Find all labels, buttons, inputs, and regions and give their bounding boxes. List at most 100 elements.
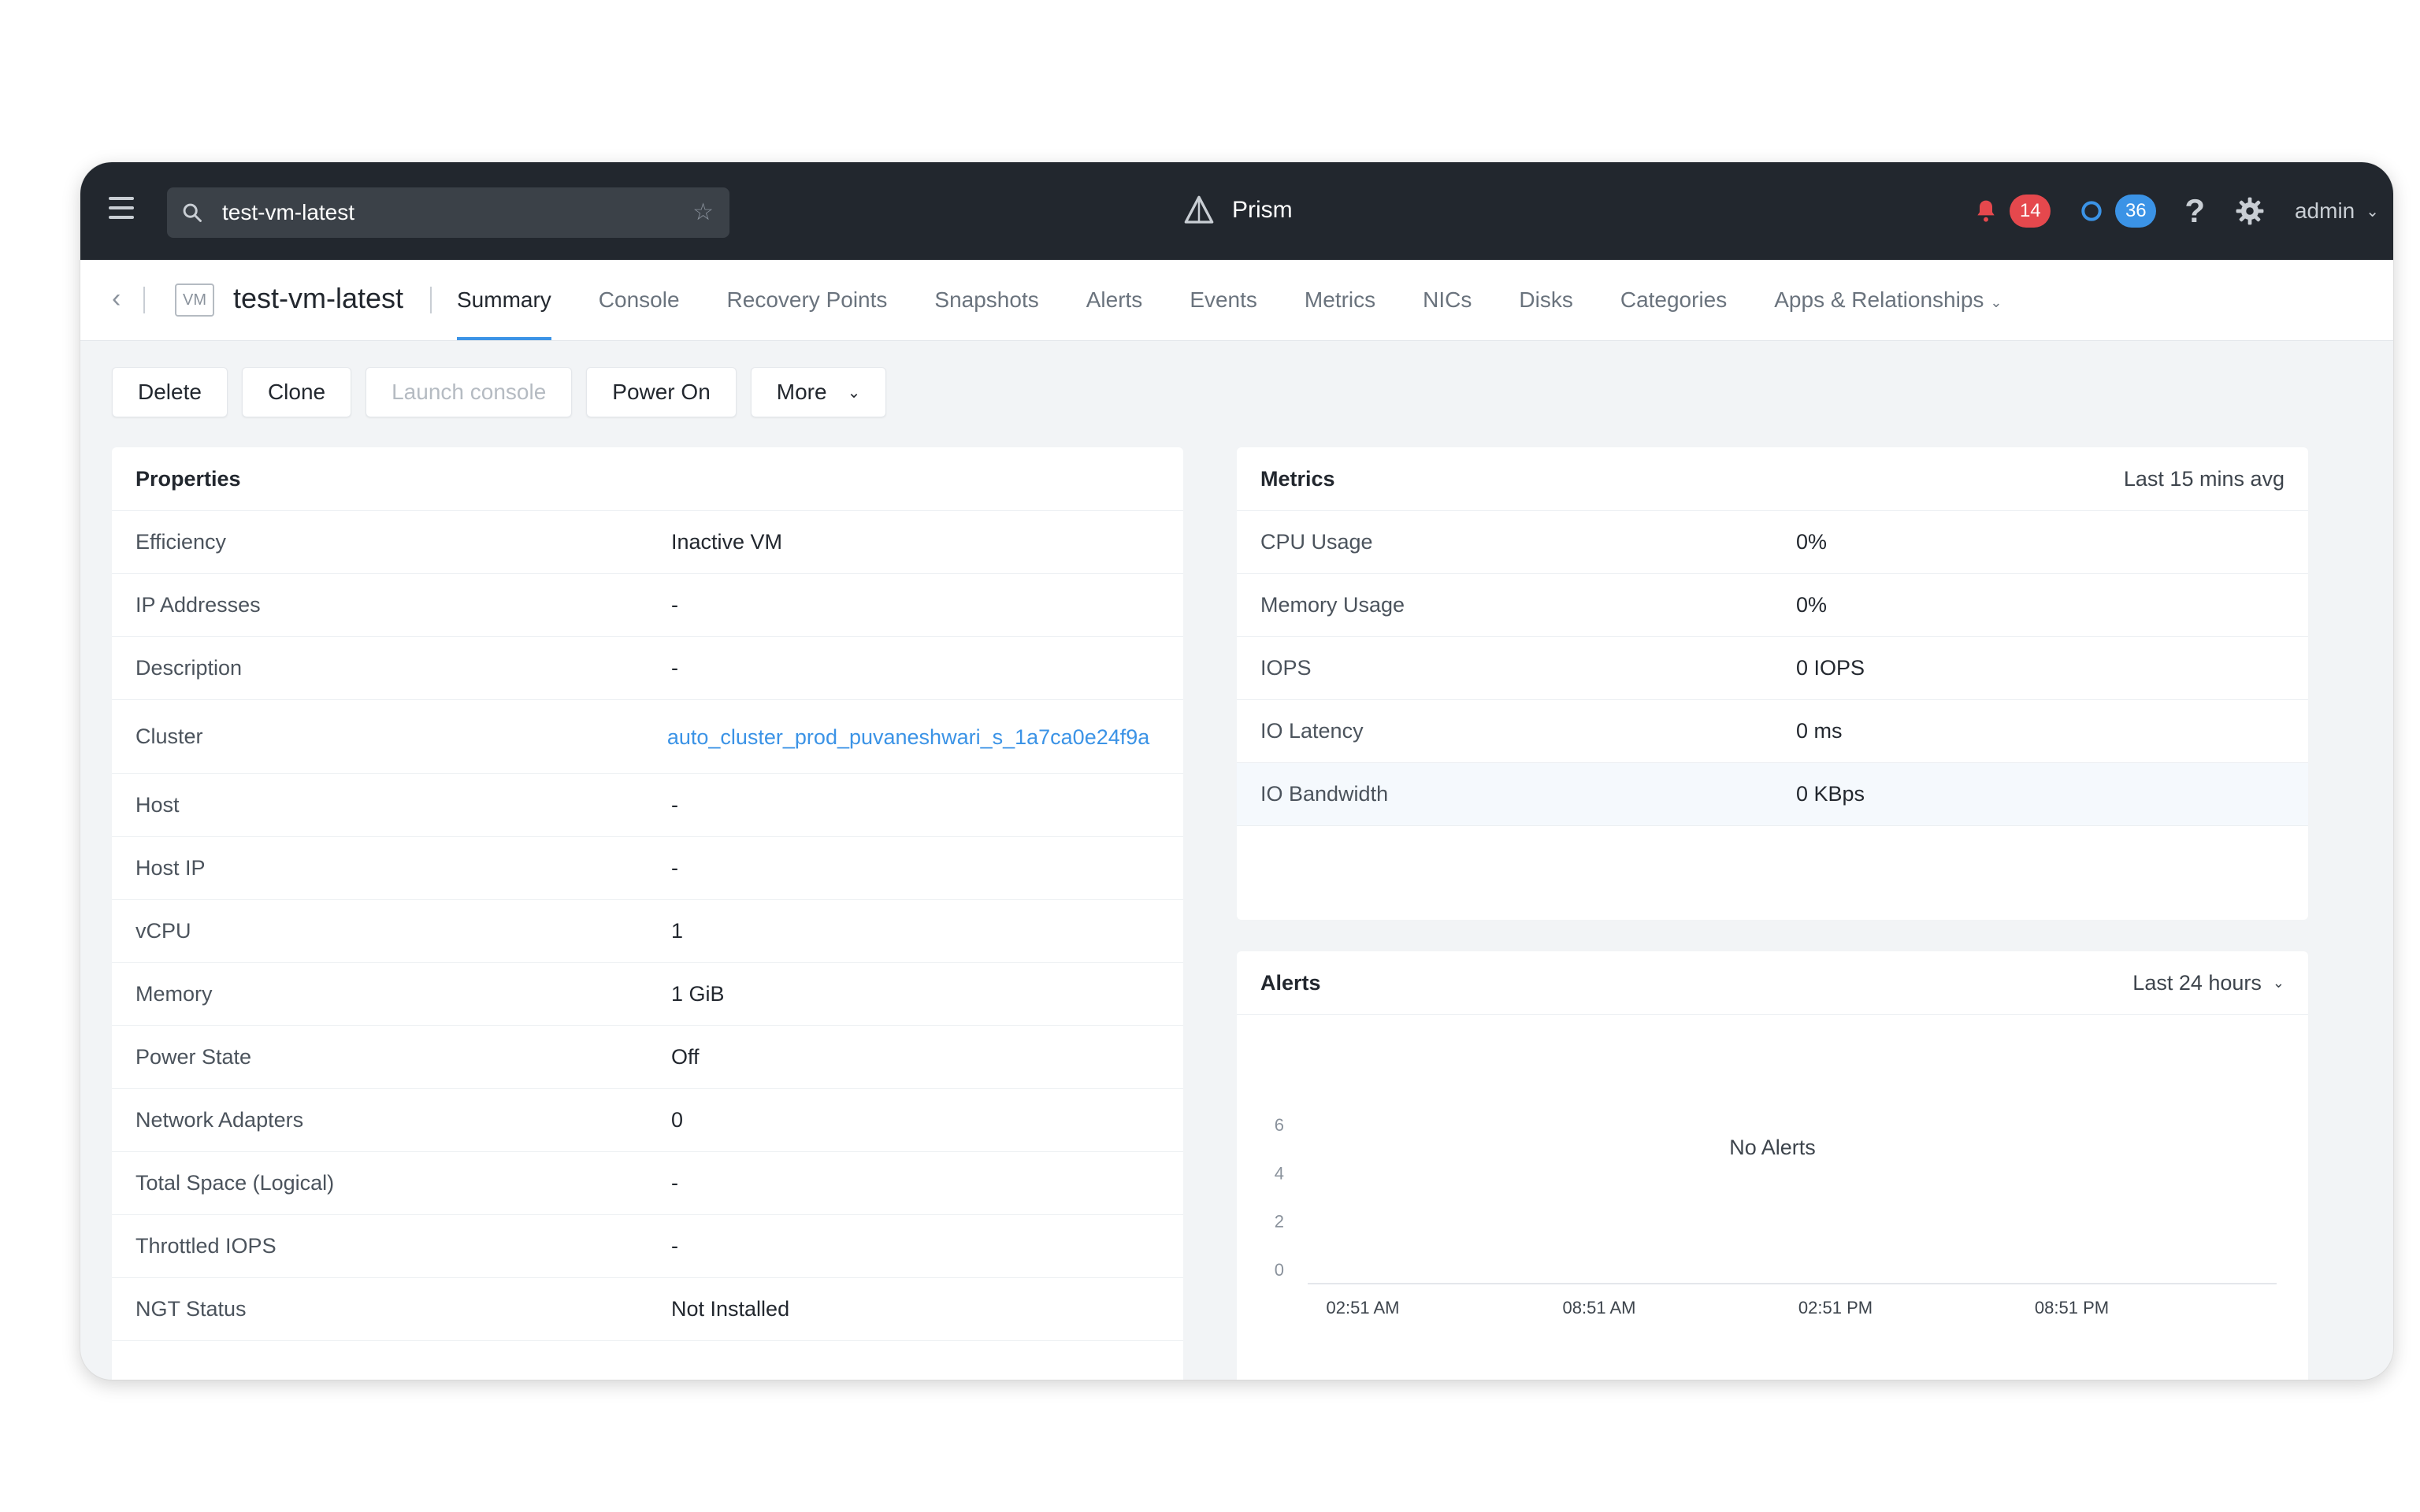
more-button-label: More xyxy=(776,380,827,404)
user-name: admin xyxy=(2294,198,2355,223)
alerts-chart: 0 2 4 6 02:51 AM 08:51 AM 02:51 PM 08:51 PM No… xyxy=(1275,1115,2277,1317)
bell-icon xyxy=(1977,200,1995,222)
more-button[interactable]: More ⌄ xyxy=(750,367,887,417)
brand: Prism xyxy=(1183,191,1293,230)
property-key: Host xyxy=(135,793,180,817)
x-tick-label: 08:51 PM xyxy=(2035,1298,2109,1317)
vm-name-title: test-vm-latest xyxy=(233,282,404,314)
property-key: Power State xyxy=(135,1045,252,1069)
tab-alerts[interactable]: Alerts xyxy=(1086,260,1143,340)
tab-metrics[interactable]: Metrics xyxy=(1305,260,1375,340)
property-row: Description - xyxy=(112,637,1183,700)
x-tick-label: 08:51 AM xyxy=(1563,1298,1636,1317)
tab-categories[interactable]: Categories xyxy=(1620,260,1727,340)
tab-console[interactable]: Console xyxy=(599,260,680,340)
tab-list: Summary Console Recovery Points Snapshot… xyxy=(457,260,2050,340)
tasks-button[interactable]: 36 xyxy=(2079,195,2157,228)
metric-key: CPU Usage xyxy=(1260,530,1373,554)
property-key: Description xyxy=(135,656,243,680)
metric-row: CPU Usage 0% xyxy=(1237,511,2308,574)
property-key: Network Adapters xyxy=(135,1108,304,1132)
property-row: Memory 1 GiB xyxy=(112,963,1183,1026)
property-row: IP Addresses - xyxy=(112,574,1183,637)
metric-key: IO Latency xyxy=(1260,719,1364,743)
tab-apps-relationships[interactable]: Apps & Relationships ⌄ xyxy=(1774,260,2002,340)
tasks-circle-icon xyxy=(2081,201,2102,221)
property-value: Not Installed xyxy=(671,1297,790,1321)
property-value: 1 xyxy=(671,919,684,943)
vm-type-badge: VM xyxy=(175,284,214,317)
property-key: Cluster xyxy=(135,724,203,748)
metric-value: 0 ms xyxy=(1796,719,1843,743)
metric-row: IO Latency 0 ms xyxy=(1237,700,2308,763)
property-value: - xyxy=(671,656,678,680)
metric-value: 0 IOPS xyxy=(1796,656,1865,680)
metric-row: Memory Usage 0% xyxy=(1237,574,2308,637)
property-row: Network Adapters 0 xyxy=(112,1089,1183,1152)
search-value: test-vm-latest xyxy=(222,200,355,224)
gear-icon[interactable] xyxy=(2235,196,2265,226)
property-key: NGT Status xyxy=(135,1297,247,1321)
property-row: NGT Status Not Installed xyxy=(112,1278,1183,1341)
property-value: Off xyxy=(671,1045,700,1069)
cluster-link[interactable]: auto_cluster_prod_puvaneshwari_s_1a7ca0e… xyxy=(667,725,1160,749)
property-key: IP Addresses xyxy=(135,593,261,617)
chevron-down-icon: ⌄ xyxy=(1990,295,2002,310)
metrics-title: Metrics xyxy=(1260,466,1335,491)
property-value: 0 xyxy=(671,1108,684,1132)
property-row: Host - xyxy=(112,774,1183,837)
divider xyxy=(430,287,432,313)
metrics-period: Last 15 mins avg xyxy=(2123,466,2285,491)
tab-nics[interactable]: NICs xyxy=(1423,260,1472,340)
y-tick-label: 2 xyxy=(1275,1212,1284,1232)
topbar-actions: 14 36 ? admin ⌄ xyxy=(1973,184,2379,238)
search-icon xyxy=(183,203,202,222)
property-row: vCPU 1 xyxy=(112,900,1183,963)
tab-snapshots[interactable]: Snapshots xyxy=(934,260,1038,340)
property-value: - xyxy=(671,1171,678,1195)
search-input[interactable]: test-vm-latest ☆ xyxy=(167,187,729,238)
chevron-down-icon: ⌄ xyxy=(847,384,861,402)
metric-value: 0% xyxy=(1796,593,1828,617)
action-bar: Delete Clone Launch console Power On Mor… xyxy=(112,367,900,417)
power-on-button[interactable]: Power On xyxy=(586,367,737,417)
property-row: Efficiency Inactive VM xyxy=(112,511,1183,574)
property-key: Efficiency xyxy=(135,530,227,554)
y-axis: 0 2 4 6 xyxy=(1275,1115,1284,1280)
help-icon[interactable]: ? xyxy=(2184,192,2205,230)
metrics-panel: Metrics Last 15 mins avg CPU Usage 0% Me… xyxy=(1237,447,2308,920)
property-key: Memory xyxy=(135,982,213,1006)
tab-events[interactable]: Events xyxy=(1190,260,1257,340)
metric-value: 0% xyxy=(1796,530,1828,554)
tab-recovery-points[interactable]: Recovery Points xyxy=(727,260,888,340)
user-menu[interactable]: admin ⌄ xyxy=(2295,198,2379,224)
x-axis: 02:51 AM 08:51 AM 02:51 PM 08:51 PM xyxy=(1327,1298,2110,1317)
alerts-button[interactable]: 14 xyxy=(1973,195,2051,228)
metric-row: IOPS 0 IOPS xyxy=(1237,637,2308,700)
star-icon[interactable]: ☆ xyxy=(692,198,714,226)
alerts-period-dropdown[interactable]: Last 24 hours ⌄ xyxy=(2132,971,2285,995)
properties-title: Properties xyxy=(135,466,241,491)
back-chevron-icon[interactable]: ‹ xyxy=(112,284,121,314)
hamburger-menu-icon[interactable] xyxy=(109,197,134,219)
alerts-panel: Alerts Last 24 hours ⌄ 0 2 4 6 02:51 AM 08:5… xyxy=(1237,951,2308,1380)
delete-button[interactable]: Delete xyxy=(112,367,228,417)
alerts-period-label: Last 24 hours xyxy=(2132,970,2262,995)
clone-button[interactable]: Clone xyxy=(241,367,352,417)
property-row: Host IP - xyxy=(112,837,1183,900)
tab-disks[interactable]: Disks xyxy=(1519,260,1572,340)
property-key: vCPU xyxy=(135,919,191,943)
app-window: test-vm-latest ☆ Prism 14 36 ? admin ⌄ ‹… xyxy=(80,162,2393,1380)
tab-apps-relationships-label: Apps & Relationships xyxy=(1774,287,1984,312)
property-value: - xyxy=(671,856,678,880)
metric-key: IO Bandwidth xyxy=(1260,782,1389,806)
property-row: Cluster auto_cluster_prod_puvaneshwari_s… xyxy=(112,700,1183,774)
tab-summary[interactable]: Summary xyxy=(457,260,551,340)
property-value: - xyxy=(671,1234,678,1258)
chevron-down-icon: ⌄ xyxy=(2366,202,2379,220)
alerts-title: Alerts xyxy=(1260,970,1321,995)
metric-key: Memory Usage xyxy=(1260,593,1405,617)
launch-console-button[interactable]: Launch console xyxy=(366,367,573,417)
y-tick-label: 6 xyxy=(1275,1115,1284,1135)
property-row: Total Space (Logical) - xyxy=(112,1152,1183,1215)
